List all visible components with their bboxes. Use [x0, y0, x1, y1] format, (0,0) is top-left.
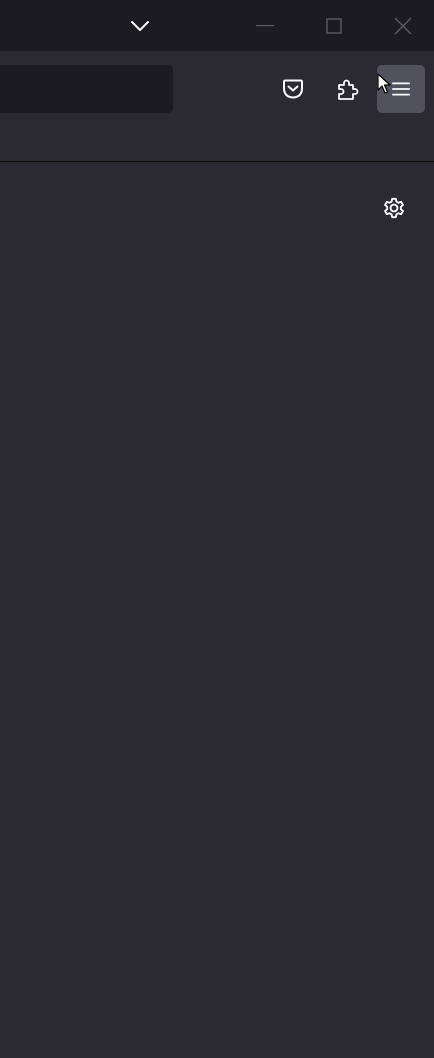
puzzle-icon: [338, 79, 359, 100]
close-button[interactable]: [380, 0, 426, 51]
save-to-pocket-button[interactable]: [269, 65, 317, 113]
maximize-button[interactable]: [311, 0, 357, 51]
personalize-settings-button[interactable]: [374, 188, 414, 228]
pocket-icon: [283, 79, 303, 99]
window-titlebar: [0, 0, 434, 51]
maximize-icon: [326, 17, 342, 34]
minimize-button[interactable]: [242, 0, 288, 51]
application-menu-button[interactable]: [377, 65, 425, 113]
chevron-down-icon: [131, 20, 149, 31]
gear-icon: [384, 197, 404, 219]
hamburger-menu-icon: [392, 82, 410, 96]
new-tab-page: [0, 162, 434, 1058]
extensions-button[interactable]: [324, 65, 372, 113]
close-icon: [394, 17, 412, 34]
url-bar[interactable]: [0, 65, 173, 113]
list-all-tabs-button[interactable]: [120, 0, 160, 51]
bookmarks-toolbar: [0, 127, 434, 162]
minimize-icon: [256, 24, 274, 26]
navigation-toolbar: [0, 51, 434, 127]
